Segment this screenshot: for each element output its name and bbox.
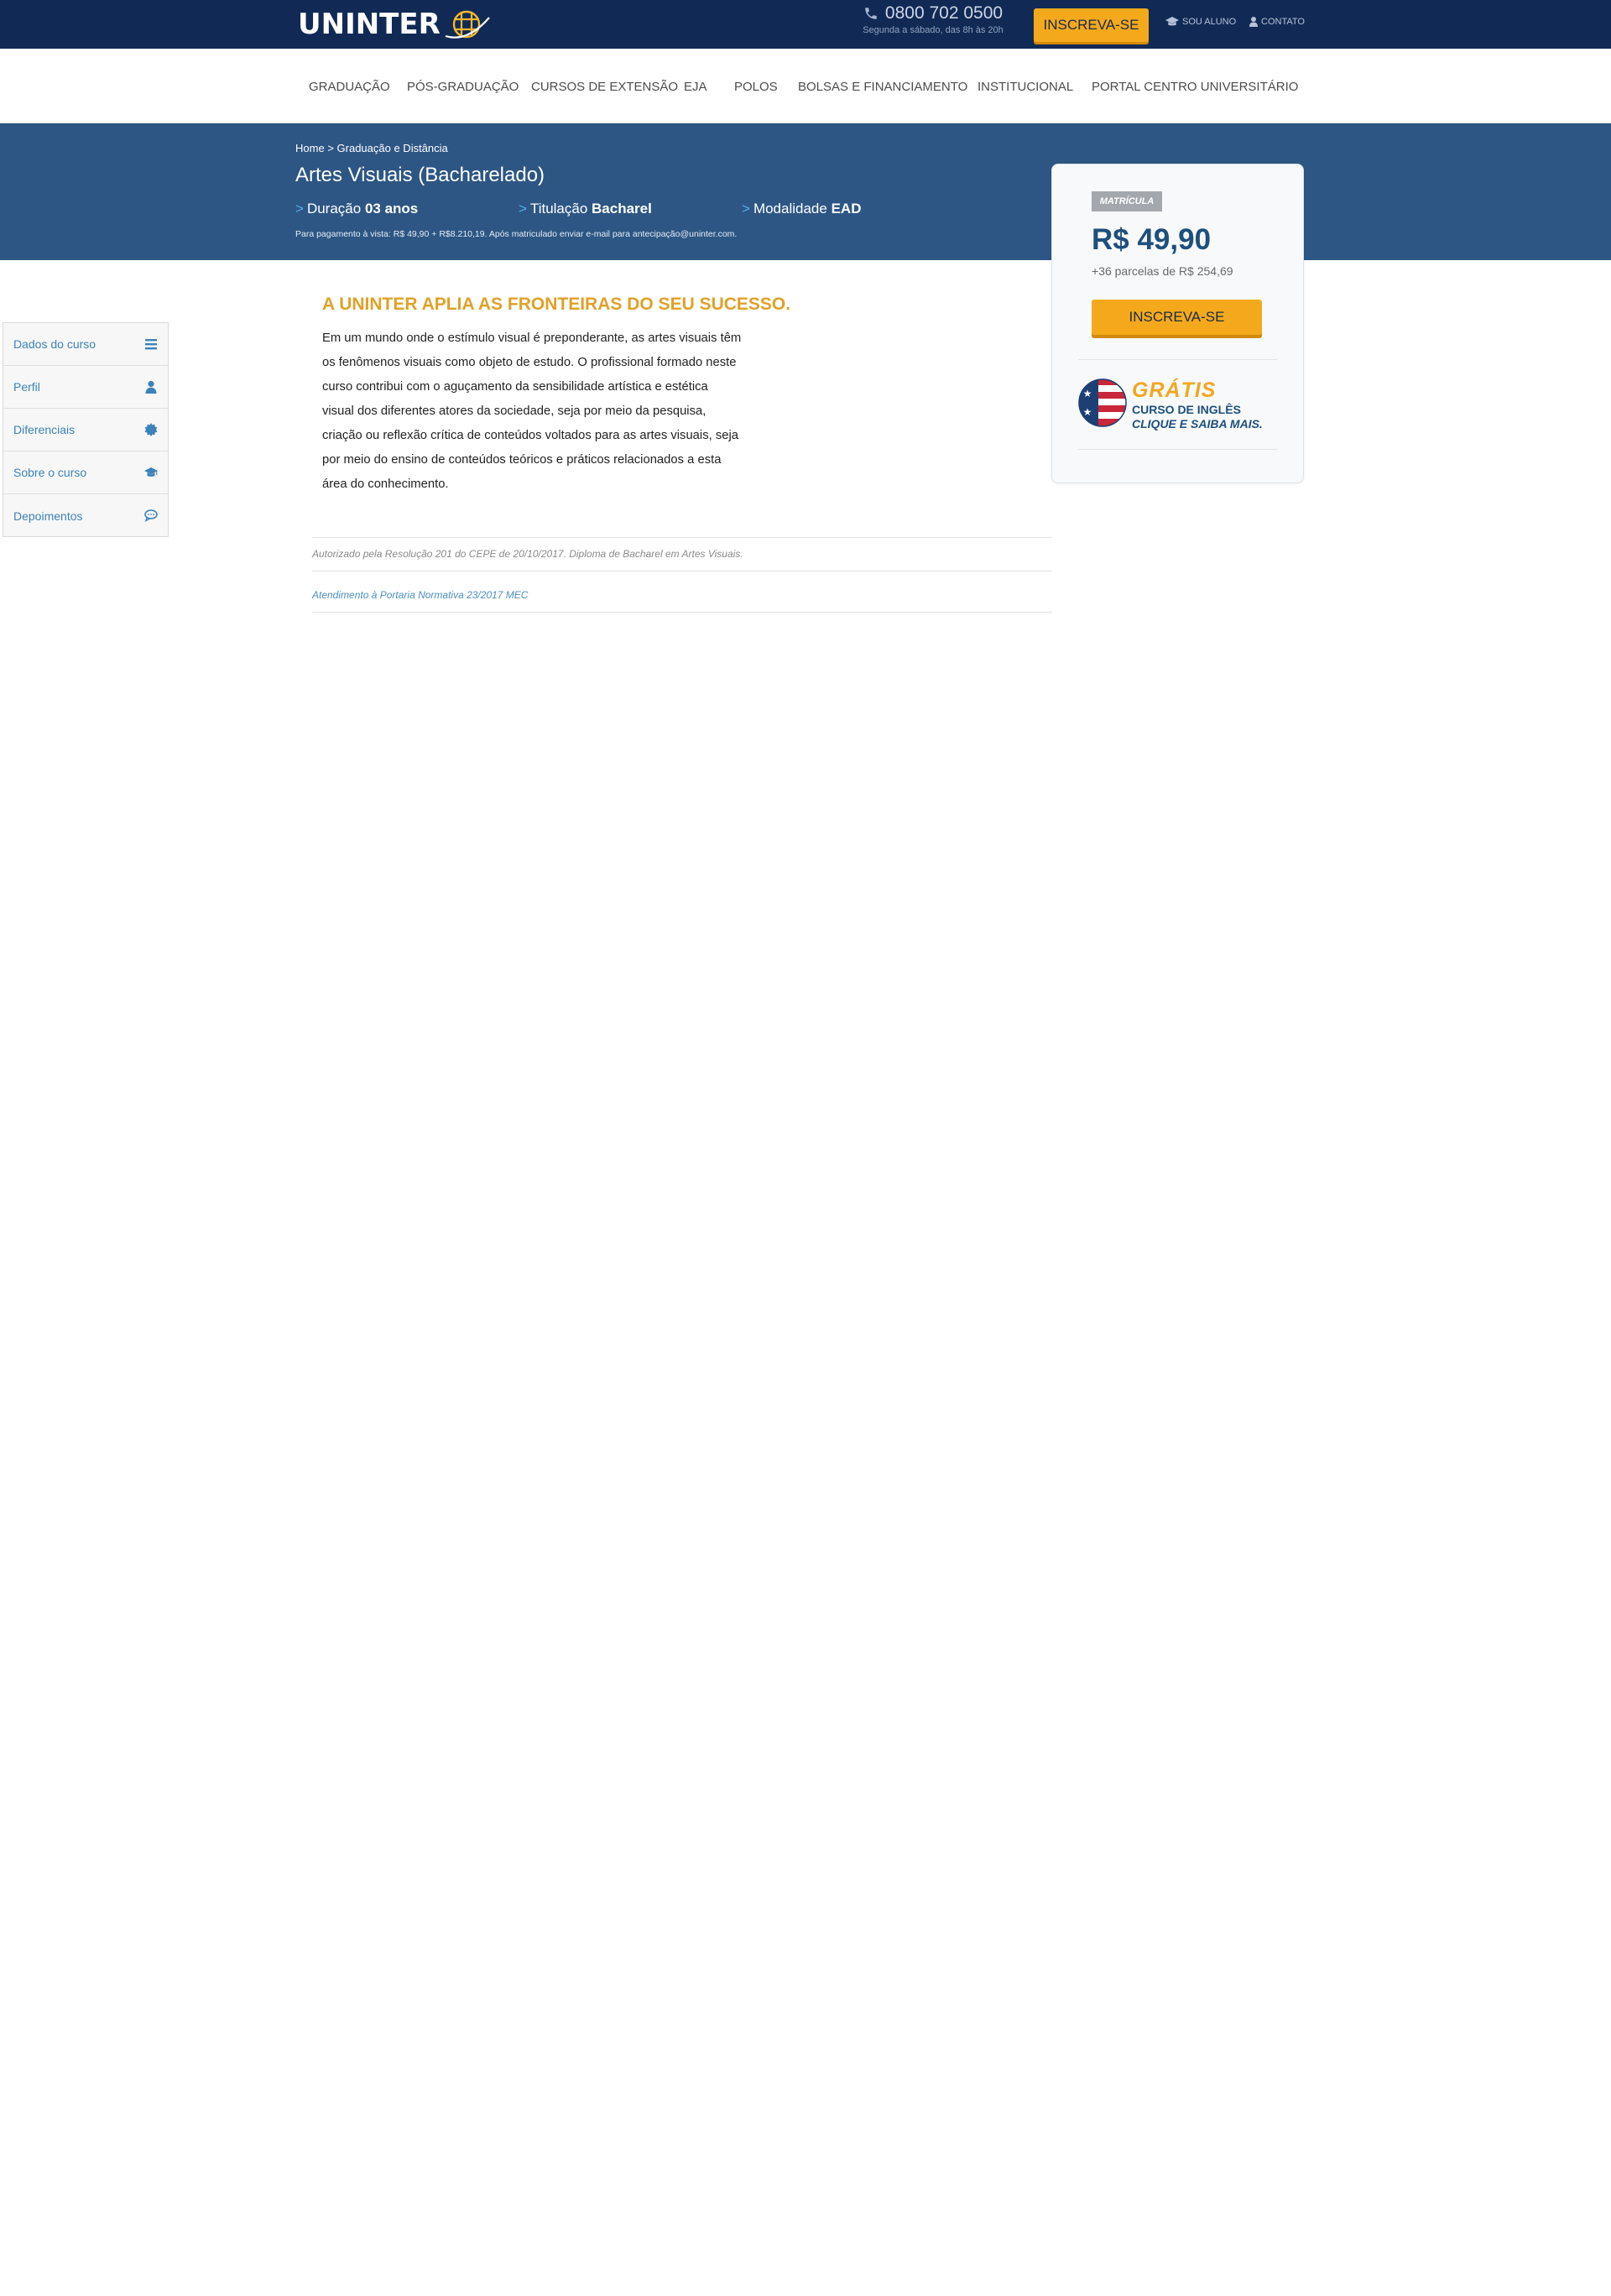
- course-header: Home > Graduação e Distância Artes Visua…: [0, 123, 1611, 260]
- nav-item-portal[interactable]: PORTAL CENTRO UNIVERSITÁRIO: [1092, 80, 1298, 94]
- sidebar-item-diferenciais[interactable]: Diferenciais: [3, 409, 168, 451]
- description-line: curso contribui com o aguçamento da sens…: [322, 380, 708, 394]
- course-title: Artes Visuais (Bacharelado): [295, 164, 545, 186]
- uninter-logo[interactable]: UNINTER: [298, 5, 491, 44]
- sidebar-item-depoimentos[interactable]: Depoimentos: [3, 494, 168, 537]
- nav-item-polos[interactable]: POLOS: [734, 80, 778, 94]
- sidebar-item-sobre-curso[interactable]: Sobre o curso: [3, 451, 168, 494]
- enrollment-badge: MATRÍCULA: [1092, 191, 1162, 211]
- graduation-cap-icon: [144, 467, 158, 477]
- meta-modalidade: > Modalidade EAD: [742, 201, 861, 217]
- breadcrumb-current[interactable]: Graduação e Distância: [337, 142, 448, 154]
- description-line: área do conhecimento.: [322, 477, 449, 491]
- logo-text: UNINTER: [298, 8, 441, 41]
- payment-note: Para pagamento à vista: R$ 49,90 + R$8.2…: [295, 229, 738, 239]
- section-title: A UNINTER APLIA AS FRONTEIRAS DO SEU SUC…: [322, 295, 791, 314]
- phone-hours: Segunda a sábado, das 8h às 20h: [863, 25, 1004, 35]
- sidebar-item-label: Diferenciais: [13, 423, 76, 436]
- description-line: os fenômenos visuais como objeto de estu…: [322, 356, 737, 369]
- user-icon: [1249, 17, 1258, 27]
- authorization-note: Autorizado pela Resolução 201 do CEPE de…: [312, 537, 1052, 571]
- course-sidebar: Dados do curso Perfil Diferenciais Sobre…: [3, 322, 169, 537]
- meta-value: EAD: [831, 201, 862, 217]
- meta-arrow: >: [742, 201, 750, 217]
- description-line: visual dos diferentes atores da sociedad…: [322, 404, 706, 418]
- installments-text: +36 parcelas de R$ 254,69: [1092, 264, 1233, 278]
- description-line: criação ou reflexão crítica de conteúdos…: [322, 429, 738, 442]
- portaria-link[interactable]: Atendimento à Portaria Normativa 23/2017…: [312, 571, 1052, 612]
- signup-button-top[interactable]: INSCREVA-SE: [1034, 8, 1149, 42]
- sidebar-item-perfil[interactable]: Perfil: [3, 366, 168, 409]
- content-divider: [312, 612, 1052, 613]
- sidebar-item-label: Depoimentos: [13, 509, 83, 523]
- sidebar-item-label: Dados do curso: [13, 337, 96, 351]
- globe-icon: [445, 10, 490, 39]
- meta-duracao: > Duração 03 anos: [295, 201, 418, 217]
- main-navigation: GRADUAÇÃO PÓS-GRADUAÇÃO CURSOS DE EXTENS…: [0, 49, 1611, 123]
- meta-value: Bacharel: [592, 201, 652, 217]
- student-link-label: SOU ALUNO: [1182, 17, 1237, 27]
- meta-label: Duração: [306, 201, 362, 217]
- nav-item-eja[interactable]: EJA: [684, 80, 707, 94]
- card-divider: [1078, 449, 1277, 450]
- contact-link[interactable]: CONTATO: [1249, 17, 1305, 27]
- breadcrumb-home[interactable]: Home: [295, 142, 325, 154]
- promo-headline: GRÁTIS: [1132, 378, 1217, 402]
- meta-arrow: >: [295, 201, 304, 217]
- svg-text:★: ★: [1083, 388, 1092, 399]
- nav-item-cursos-extensao[interactable]: CURSOS DE EXTENSÃO: [531, 80, 678, 94]
- contact-link-label: CONTATO: [1261, 17, 1305, 27]
- menu-icon: [145, 339, 157, 350]
- promo-line-1: CURSO DE INGLÊS: [1132, 403, 1241, 416]
- nav-item-institucional[interactable]: INSTITUCIONAL: [978, 80, 1073, 94]
- sidebar-item-label: Sobre o curso: [13, 466, 87, 479]
- nav-item-bolsas[interactable]: BOLSAS E FINANCIAMENTO: [798, 80, 967, 94]
- card-divider: [1078, 359, 1277, 360]
- meta-titulacao: > Titulação Bacharel: [519, 201, 652, 217]
- promo-line-2: CLIQUE E SAIBA MAIS.: [1132, 417, 1263, 430]
- enrollment-price: R$ 49,90: [1092, 223, 1212, 256]
- price-card: MATRÍCULA R$ 49,90 +36 parcelas de R$ 25…: [1051, 164, 1304, 483]
- breadcrumb: Home > Graduação e Distância: [295, 142, 448, 154]
- us-flag-icon: ★ ★: [1078, 378, 1127, 427]
- description-line: por meio do ensino de conteúdos teóricos…: [322, 453, 722, 467]
- course-description: Em um mundo onde o estímulo visual é pre…: [322, 326, 750, 497]
- comment-icon: [144, 509, 158, 522]
- svg-text:★: ★: [1083, 406, 1092, 418]
- nav-item-pos-graduacao[interactable]: PÓS-GRADUAÇÃO: [407, 80, 519, 94]
- student-link[interactable]: SOU ALUNO: [1165, 17, 1236, 27]
- english-course-promo[interactable]: ★ ★ GRÁTIS CURSO DE INGLÊS CLIQUE E SAIB…: [1078, 378, 1277, 432]
- badge-icon: [144, 423, 158, 436]
- phone-icon: [865, 8, 877, 19]
- meta-label: Titulação: [529, 201, 588, 217]
- graduation-cap-icon: [1165, 17, 1179, 26]
- sidebar-item-dados-curso[interactable]: Dados do curso: [3, 323, 168, 366]
- phone-contact: 0800 702 0500 Segunda a sábado, das 8h à…: [861, 3, 1005, 35]
- description-line: Em um mundo onde o estímulo visual é pre…: [322, 331, 742, 345]
- sidebar-item-label: Perfil: [13, 380, 40, 394]
- meta-arrow: >: [519, 201, 527, 217]
- top-bar: UNINTER 0800 702 0500 Segunda a sábado, …: [0, 0, 1611, 49]
- phone-number[interactable]: 0800 702 0500: [885, 3, 1003, 23]
- user-icon: [145, 380, 157, 394]
- signup-button[interactable]: INSCREVA-SE: [1092, 300, 1262, 335]
- nav-item-graduacao[interactable]: GRADUAÇÃO: [309, 80, 390, 94]
- breadcrumb-separator: >: [327, 142, 334, 154]
- meta-label: Modalidade: [753, 201, 827, 217]
- meta-value: 03 anos: [364, 201, 419, 217]
